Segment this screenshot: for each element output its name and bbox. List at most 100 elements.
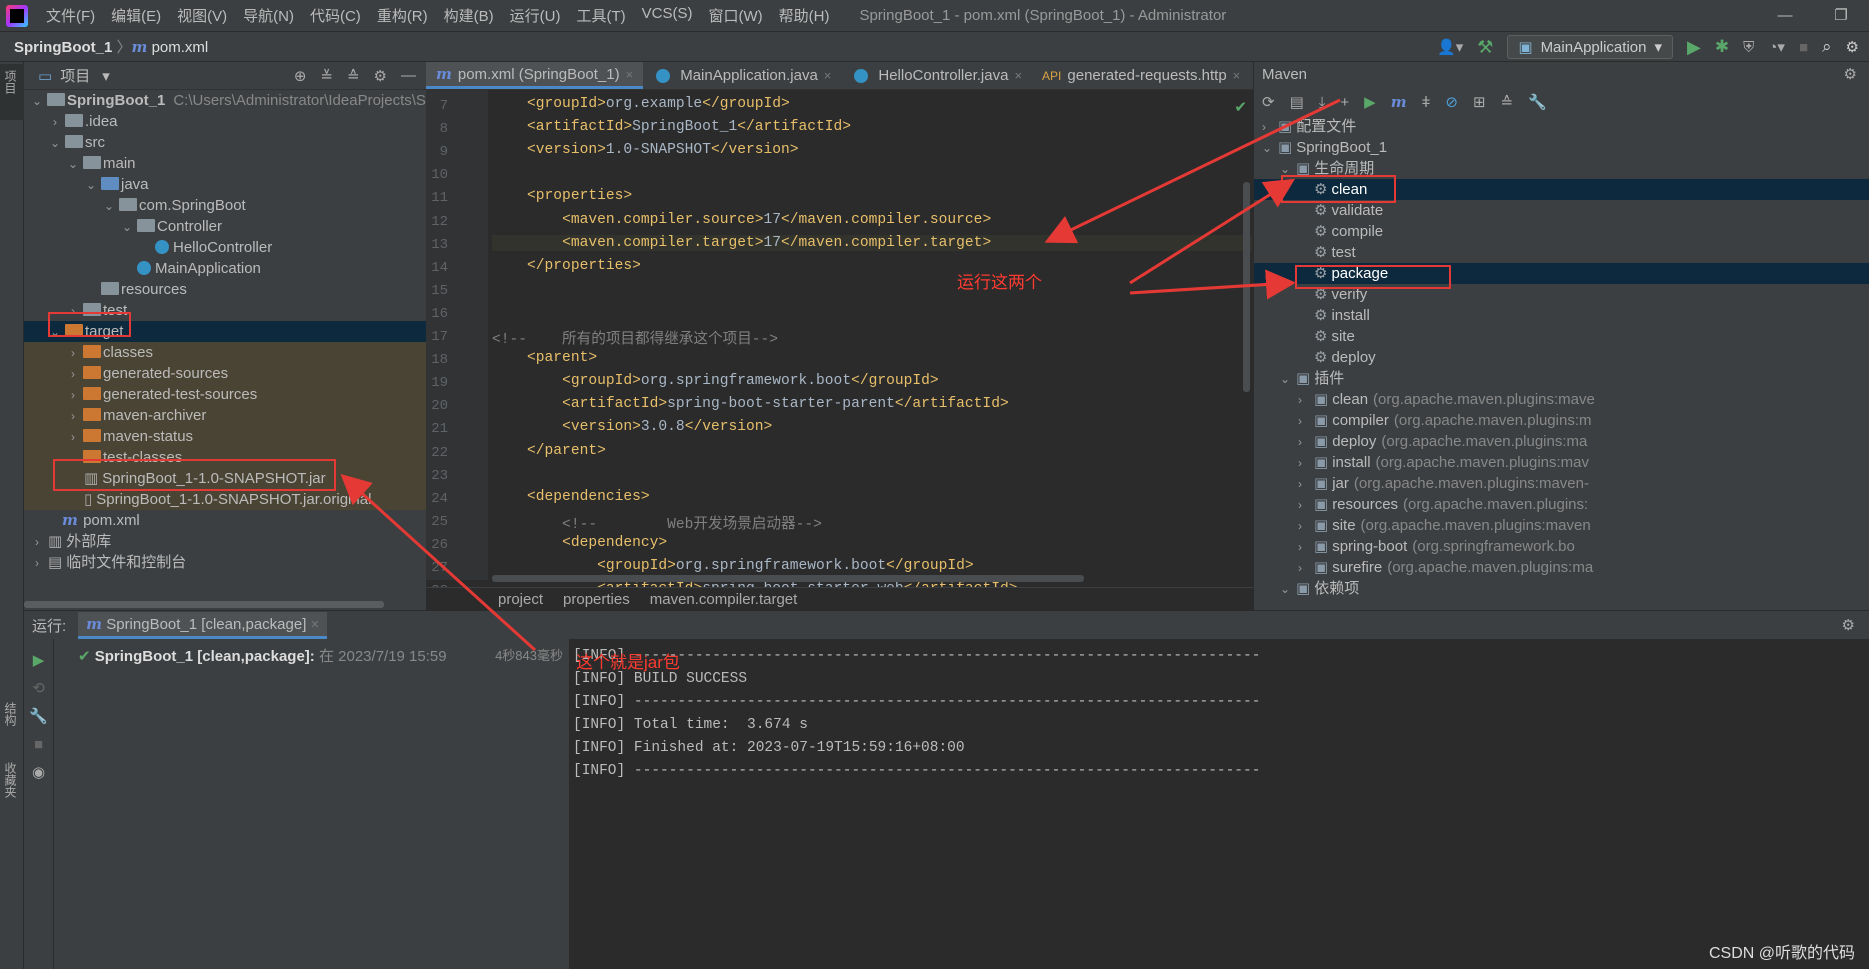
tree-node[interactable]: › generated-test-sources xyxy=(24,384,426,405)
run-config-select[interactable]: ▣ MainApplication ▾ xyxy=(1507,35,1673,59)
skip-tests-icon[interactable]: ⊘ xyxy=(1445,93,1458,111)
stop-icon[interactable]: ■ xyxy=(24,731,53,759)
chevron-right-icon[interactable]: › xyxy=(1298,558,1314,579)
tree-node[interactable]: › .idea xyxy=(24,111,426,132)
chevron-right-icon[interactable]: › xyxy=(66,385,80,406)
maven-node[interactable]: ⚙ deploy xyxy=(1254,347,1869,368)
chevron-right-icon[interactable]: › xyxy=(1298,432,1314,453)
tree-node[interactable]: ⌄ src xyxy=(24,132,426,153)
tree-node[interactable]: resources xyxy=(24,279,426,300)
side-tab-structure[interactable]: 结构 xyxy=(2,702,19,726)
tree-node[interactable]: › maven-archiver xyxy=(24,405,426,426)
vertical-scrollbar[interactable] xyxy=(1243,182,1250,392)
maven-node[interactable]: ⚙ validate xyxy=(1254,200,1869,221)
maven-node[interactable]: › ▣ spring-boot (org.springframework.bo xyxy=(1254,536,1869,557)
chevron-down-icon[interactable]: ⌄ xyxy=(1280,579,1296,600)
reload-icon[interactable]: ⟳ xyxy=(1262,93,1275,111)
code-breadcrumb-item[interactable]: properties xyxy=(563,591,630,608)
menu-item[interactable]: 窗口(W) xyxy=(700,5,770,26)
chevron-down-icon[interactable]: ▾ xyxy=(102,67,110,85)
maven-node[interactable]: › ▣ clean (org.apache.maven.plugins:mave xyxy=(1254,389,1869,410)
wrench-icon[interactable]: 🔧 xyxy=(24,703,53,731)
tree-node[interactable]: ▯ SpringBoot_1-1.0-SNAPSHOT.jar.original xyxy=(24,489,426,510)
debug-icon[interactable]: ✱ xyxy=(1715,37,1729,57)
chevron-right-icon[interactable]: › xyxy=(30,532,44,553)
tree-node[interactable]: › maven-status xyxy=(24,426,426,447)
project-panel-title[interactable]: 项目 xyxy=(60,65,90,86)
chevron-right-icon[interactable]: › xyxy=(1298,474,1314,495)
gear-icon[interactable]: ⚙ xyxy=(1842,616,1855,634)
restore-icon[interactable]: ❐ xyxy=(1813,0,1869,32)
chevron-right-icon[interactable]: › xyxy=(1298,537,1314,558)
editor-tab[interactable]: HelloController.java × xyxy=(841,62,1032,89)
menu-item[interactable]: 代码(C) xyxy=(302,5,369,26)
hide-icon[interactable]: — xyxy=(401,67,416,85)
maven-node[interactable]: ⌄ ▣ 依赖项 xyxy=(1254,578,1869,599)
tree-node[interactable]: HelloController xyxy=(24,237,426,258)
chevron-right-icon[interactable]: › xyxy=(1262,117,1278,138)
breadcrumb-project[interactable]: SpringBoot_1 xyxy=(14,39,112,56)
tree-node[interactable]: ⌄ main xyxy=(24,153,426,174)
editor-tab[interactable]: MainApplication.java × xyxy=(643,62,841,89)
rerun-icon[interactable]: ▶ xyxy=(24,647,53,675)
chevron-right-icon[interactable]: › xyxy=(66,406,80,427)
menu-item[interactable]: 运行(U) xyxy=(502,5,569,26)
editor-tab[interactable]: m pom.xml (SpringBoot_1) × xyxy=(426,62,644,89)
run-icon[interactable]: ▶ xyxy=(1364,93,1376,111)
console-output[interactable]: [INFO] ---------------------------------… xyxy=(569,639,1869,969)
run-tab[interactable]: m SpringBoot_1 [clean,package] × xyxy=(78,611,328,639)
execute-goal-icon[interactable]: m xyxy=(1391,93,1407,111)
locate-icon[interactable]: ⊕ xyxy=(294,67,307,85)
menu-item[interactable]: VCS(S) xyxy=(634,5,701,26)
generate-sources-icon[interactable]: ▤ xyxy=(1290,93,1304,111)
close-icon[interactable]: × xyxy=(1014,68,1022,83)
code-breadcrumb-item[interactable]: project xyxy=(498,591,543,608)
run-tree-item[interactable]: ✔ SpringBoot_1 [clean,package]: 在 2023/7… xyxy=(54,639,569,666)
chevron-right-icon[interactable]: › xyxy=(1298,453,1314,474)
horizontal-scrollbar[interactable] xyxy=(24,601,384,608)
maven-node[interactable]: › ▣ compiler (org.apache.maven.plugins:m xyxy=(1254,410,1869,431)
build-hammer-icon[interactable]: ⚒ xyxy=(1477,37,1493,58)
chevron-right-icon[interactable]: › xyxy=(1298,516,1314,537)
show-dependencies-icon[interactable]: ⊞ xyxy=(1473,93,1486,111)
menu-item[interactable]: 编辑(E) xyxy=(103,5,169,26)
side-tab-project[interactable]: 项目 xyxy=(2,70,19,94)
toggle-offline-icon[interactable]: ǂ xyxy=(1422,94,1431,111)
chevron-down-icon[interactable]: ⌄ xyxy=(30,91,44,112)
chevron-right-icon[interactable]: › xyxy=(48,112,62,133)
horizontal-scrollbar[interactable] xyxy=(492,575,1084,582)
maven-node[interactable]: ⚙ install xyxy=(1254,305,1869,326)
settings-icon[interactable]: ⚙ xyxy=(1846,38,1859,56)
coverage-icon[interactable]: ⛨ xyxy=(1743,39,1754,56)
chevron-right-icon[interactable]: › xyxy=(30,553,44,574)
maven-node[interactable]: ⌄ ▣ SpringBoot_1 xyxy=(1254,137,1869,158)
rerun-failed-icon[interactable]: ⟲ xyxy=(24,675,53,703)
view-icon[interactable]: ◉ xyxy=(24,759,53,787)
collapse-icon[interactable]: ≙ xyxy=(1501,93,1514,111)
chevron-right-icon[interactable]: › xyxy=(1298,411,1314,432)
code-breadcrumb-item[interactable]: maven.compiler.target xyxy=(650,591,798,608)
chevron-down-icon[interactable]: ⌄ xyxy=(48,133,62,154)
menu-item[interactable]: 工具(T) xyxy=(568,5,633,26)
maven-node[interactable]: ⚙ compile xyxy=(1254,221,1869,242)
side-tab-favorites[interactable]: 收藏夹 xyxy=(2,762,19,798)
tree-node[interactable]: ⌄ java xyxy=(24,174,426,195)
maven-node[interactable]: › ▣ surefire (org.apache.maven.plugins:ma xyxy=(1254,557,1869,578)
chevron-down-icon[interactable]: ⌄ xyxy=(1280,369,1296,390)
maven-node[interactable]: › ▣ site (org.apache.maven.plugins:maven xyxy=(1254,515,1869,536)
tree-node[interactable]: › classes xyxy=(24,342,426,363)
close-icon[interactable]: × xyxy=(1233,68,1241,83)
chevron-down-icon[interactable]: ⌄ xyxy=(102,196,116,217)
tree-node[interactable]: › ▥ 外部库 xyxy=(24,531,426,552)
maven-node[interactable]: › ▣ install (org.apache.maven.plugins:mav xyxy=(1254,452,1869,473)
profile-icon[interactable]: ◔▾ xyxy=(1768,38,1785,56)
chevron-down-icon[interactable]: ⌄ xyxy=(1262,138,1278,159)
chevron-right-icon[interactable]: › xyxy=(1298,495,1314,516)
chevron-right-icon[interactable]: › xyxy=(66,343,80,364)
gear-icon[interactable]: ⚙ xyxy=(374,67,387,85)
user-icon[interactable]: 👤▾ xyxy=(1437,38,1463,56)
tree-node[interactable]: › generated-sources xyxy=(24,363,426,384)
tree-node[interactable]: ⌄ Controller xyxy=(24,216,426,237)
menu-item[interactable]: 帮助(H) xyxy=(771,5,838,26)
breadcrumb-file[interactable]: pom.xml xyxy=(152,39,209,56)
